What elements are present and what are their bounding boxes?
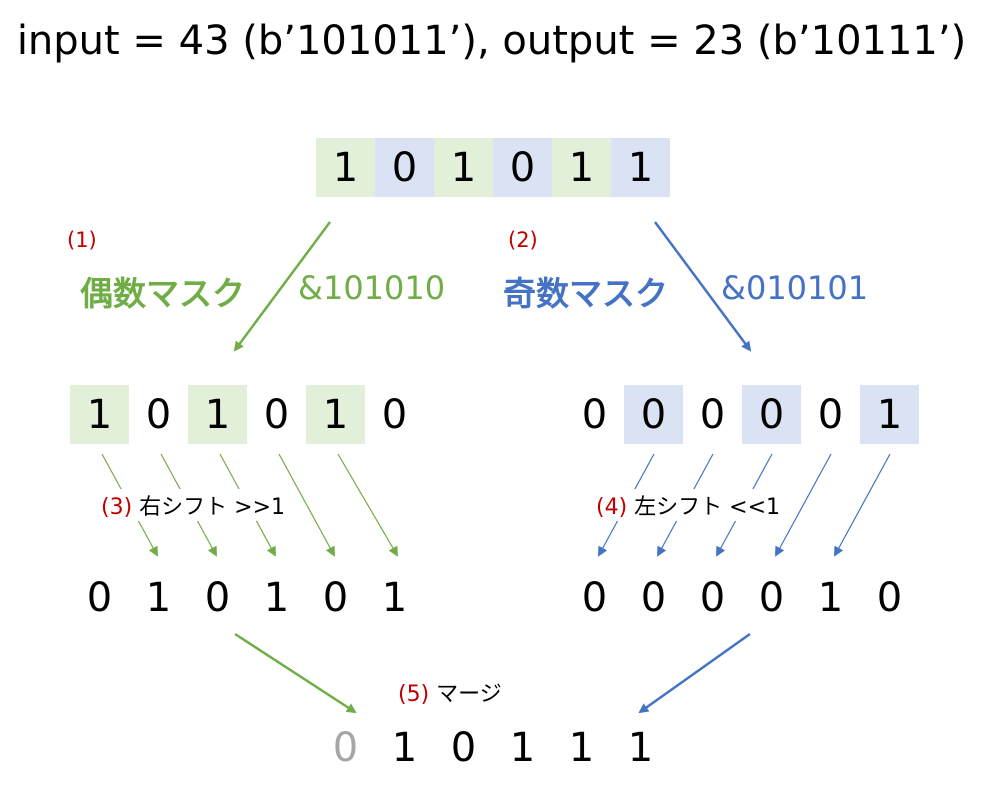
shift-left-row: 0 0 0 0 1 0 bbox=[565, 568, 919, 627]
odd-masked-bit: 1 bbox=[860, 385, 919, 444]
even-masked-bit: 1 bbox=[70, 385, 129, 444]
input-bit: 0 bbox=[375, 138, 434, 197]
input-bit: 1 bbox=[552, 138, 611, 197]
shift-right-bit: 0 bbox=[204, 574, 231, 621]
odd-masked-bit: 0 bbox=[817, 391, 844, 438]
odd-masked-bit: 0 bbox=[742, 385, 801, 444]
merged-leading-zero: 0 bbox=[332, 724, 359, 771]
step3-number: (3) bbox=[101, 495, 133, 520]
shift-left-bit: 0 bbox=[699, 574, 726, 621]
merged-row: 0 1 0 1 1 1 bbox=[316, 718, 670, 777]
step4-number: (4) bbox=[596, 495, 628, 520]
shift-left-bit: 0 bbox=[876, 574, 903, 621]
step1-label: 偶数マスク bbox=[80, 274, 245, 313]
shift-right-bit: 1 bbox=[263, 574, 290, 621]
merged-bit: 1 bbox=[627, 724, 654, 771]
step4-container: (4) 左シフト <<1 bbox=[592, 489, 785, 521]
even-masked-bit: 0 bbox=[381, 391, 408, 438]
step5-container: (5) マージ bbox=[398, 676, 502, 708]
odd-masked-bit: 0 bbox=[699, 391, 726, 438]
merged-bit: 1 bbox=[568, 724, 595, 771]
shift-right-bit: 0 bbox=[322, 574, 349, 621]
input-bit: 1 bbox=[316, 138, 375, 197]
odd-masked-row: 0 0 0 0 0 1 bbox=[565, 385, 919, 444]
even-masked-bit: 1 bbox=[188, 385, 247, 444]
input-bit: 1 bbox=[611, 138, 670, 197]
input-bit: 1 bbox=[434, 138, 493, 197]
even-masked-bit: 0 bbox=[263, 391, 290, 438]
shift-left-bit: 1 bbox=[817, 574, 844, 621]
step1-number: (1) bbox=[67, 228, 97, 252]
shift-left-bit: 0 bbox=[640, 574, 667, 621]
step5-number: (5) bbox=[398, 682, 430, 707]
shift-right-row: 0 1 0 1 0 1 bbox=[70, 568, 424, 627]
step1-op: &101010 bbox=[298, 269, 446, 307]
even-masked-bit: 0 bbox=[145, 391, 172, 438]
even-masked-row: 1 0 1 0 1 0 bbox=[70, 385, 424, 444]
step3-container: (3) 右シフト >>1 bbox=[97, 489, 290, 521]
shift-left-bit: 0 bbox=[758, 574, 785, 621]
input-bits-row: 1 0 1 0 1 1 bbox=[316, 138, 670, 197]
step2-number: (2) bbox=[508, 228, 538, 252]
step3-label: 右シフト >>1 bbox=[139, 495, 286, 520]
shift-left-bit: 0 bbox=[581, 574, 608, 621]
step5-label: マージ bbox=[436, 682, 502, 707]
shift-right-bit: 1 bbox=[145, 574, 172, 621]
merged-bit: 0 bbox=[450, 724, 477, 771]
step2-op: &010101 bbox=[721, 269, 869, 307]
even-masked-bit: 1 bbox=[306, 385, 365, 444]
step4-label: 左シフト <<1 bbox=[634, 495, 781, 520]
merge-arrow-left bbox=[234, 632, 357, 714]
merged-bit: 1 bbox=[391, 724, 418, 771]
input-bit: 0 bbox=[493, 138, 552, 197]
merged-bit: 1 bbox=[509, 724, 536, 771]
shift-right-bit: 0 bbox=[86, 574, 113, 621]
merge-arrow-right bbox=[638, 632, 751, 714]
page-title: input = 43 (b’101011’), output = 23 (b’1… bbox=[16, 18, 967, 64]
step2-label: 奇数マスク bbox=[503, 274, 668, 313]
odd-masked-bit: 0 bbox=[624, 385, 683, 444]
odd-masked-bit: 0 bbox=[581, 391, 608, 438]
shift-right-bit: 1 bbox=[381, 574, 408, 621]
